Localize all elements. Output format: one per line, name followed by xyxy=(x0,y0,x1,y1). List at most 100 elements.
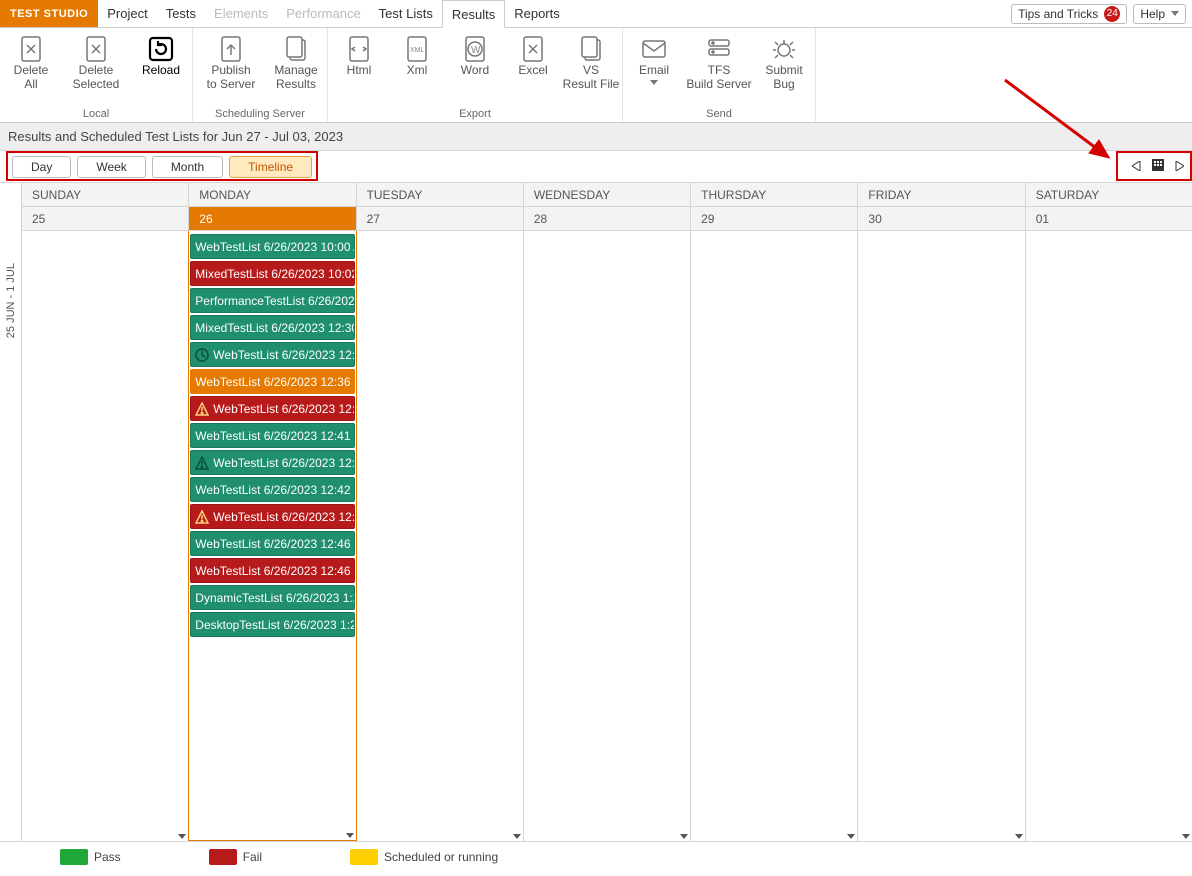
calendar-event[interactable]: WebTestList 6/26/2023 12:33 PM xyxy=(190,342,354,367)
ribbon-btn-excel[interactable]: Excel xyxy=(504,32,562,80)
excel-file-icon xyxy=(504,34,562,64)
calendar-event[interactable]: WebTestList 6/26/2023 12:42 PM xyxy=(190,477,354,502)
view-mode-day[interactable]: Day xyxy=(12,156,71,178)
day-header-friday: FRIDAY xyxy=(857,183,1024,206)
day-num-27[interactable]: 27 xyxy=(356,207,523,231)
ribbon-btn-word[interactable]: WWord xyxy=(446,32,504,80)
calendar-event[interactable]: WebTestList 6/26/2023 12:44 PM xyxy=(190,504,354,529)
ribbon-btn-reload[interactable]: Reload xyxy=(132,32,190,80)
ribbon-btn-manage-results[interactable]: ManageResults xyxy=(267,32,325,94)
day-num-30[interactable]: 30 xyxy=(857,207,1024,231)
warn-icon xyxy=(195,402,209,416)
x-file-icon xyxy=(60,34,132,64)
results-subheader: Results and Scheduled Test Lists for Jun… xyxy=(0,123,1192,151)
help-button[interactable]: Help xyxy=(1133,4,1186,24)
ribbon-btn-submit-bug[interactable]: SubmitBug xyxy=(755,32,813,94)
ribbon-group-scheduling-server: Publishto ServerManageResultsScheduling … xyxy=(193,28,328,122)
day-cell-29[interactable] xyxy=(690,231,857,841)
chevron-down-icon[interactable] xyxy=(513,834,521,839)
menu-tab-elements: Elements xyxy=(205,0,277,27)
nav-prev-button[interactable] xyxy=(1132,160,1142,174)
nav-calendar-button[interactable] xyxy=(1152,159,1164,174)
nav-next-button[interactable] xyxy=(1174,160,1184,174)
chevron-down-icon[interactable] xyxy=(847,834,855,839)
tips-button[interactable]: Tips and Tricks 24 xyxy=(1011,4,1127,24)
ribbon-btn-publish-to-server[interactable]: Publishto Server xyxy=(195,32,267,94)
day-num-28[interactable]: 28 xyxy=(523,207,690,231)
legend-sched-label: Scheduled or running xyxy=(384,850,498,864)
ribbon-btn-delete-all[interactable]: DeleteAll xyxy=(2,32,60,94)
calendar-event[interactable]: WebTestList 6/26/2023 10:00 AM xyxy=(190,234,354,259)
day-num-01[interactable]: 01 xyxy=(1025,207,1192,231)
view-mode-timeline[interactable]: Timeline xyxy=(229,156,312,178)
legend-fail-swatch xyxy=(209,849,237,865)
x-file-icon xyxy=(2,34,60,64)
day-num-26[interactable]: 26 xyxy=(188,207,355,231)
day-header-sunday: SUNDAY xyxy=(22,183,188,206)
chevron-down-icon[interactable] xyxy=(1015,834,1023,839)
menu-tab-results[interactable]: Results xyxy=(442,0,505,28)
calendar-event[interactable]: DesktopTestList 6/26/2023 1:24 PM xyxy=(190,612,354,637)
calendar-event[interactable]: WebTestList 6/26/2023 12:38 PM xyxy=(190,396,354,421)
menu-tab-project[interactable]: Project xyxy=(98,0,156,27)
warn-icon xyxy=(195,456,209,470)
day-num-25[interactable]: 25 xyxy=(22,207,188,231)
day-cell-01[interactable] xyxy=(1025,231,1192,841)
view-mode-month[interactable]: Month xyxy=(152,156,223,178)
stack-file-icon xyxy=(267,34,325,64)
calendar-event[interactable]: WebTestList 6/26/2023 12:42 PM xyxy=(190,450,354,475)
ribbon-btn-delete-selected[interactable]: DeleteSelected xyxy=(60,32,132,94)
day-cell-25[interactable] xyxy=(22,231,188,841)
ribbon-group-send: EmailTFSBuild ServerSubmitBugSend xyxy=(623,28,816,122)
results-subheader-text: Results and Scheduled Test Lists for Jun… xyxy=(8,129,343,144)
server-icon xyxy=(683,34,755,64)
upload-file-icon xyxy=(195,34,267,64)
legend-fail-label: Fail xyxy=(243,850,262,864)
legend: Pass Fail Scheduled or running xyxy=(0,841,1192,871)
day-cell-27[interactable] xyxy=(356,231,523,841)
menu-tab-reports[interactable]: Reports xyxy=(505,0,569,27)
calendar-event[interactable]: MixedTestList 6/26/2023 12:30 PM xyxy=(190,315,354,340)
xml-file-icon: XML xyxy=(388,34,446,64)
ribbon-btn-html[interactable]: Html xyxy=(330,32,388,80)
chevron-down-icon[interactable] xyxy=(680,834,688,839)
calendar-event[interactable]: DynamicTestList 6/26/2023 1:23 PM xyxy=(190,585,354,610)
calendar-event[interactable]: PerformanceTestList 6/26/2023 10:05 AM xyxy=(190,288,354,313)
svg-text:W: W xyxy=(471,45,481,56)
calendar-week-range-label: 25 JUN - 1 JUL xyxy=(0,183,22,841)
ribbon-toolbar: DeleteAllDeleteSelectedReloadLocalPublis… xyxy=(0,28,1192,123)
calendar-event[interactable]: WebTestList 6/26/2023 12:41 PM xyxy=(190,423,354,448)
calendar-event[interactable]: MixedTestList 6/26/2023 10:02 AM xyxy=(190,261,354,286)
menu-tab-tests[interactable]: Tests xyxy=(157,0,205,27)
reload-icon xyxy=(132,34,190,64)
day-cell-26[interactable]: WebTestList 6/26/2023 10:00 AMMixedTestL… xyxy=(188,231,356,841)
ribbon-btn-tfs-build-server[interactable]: TFSBuild Server xyxy=(683,32,755,94)
day-header-monday: MONDAY xyxy=(188,183,355,206)
calendar-event[interactable]: WebTestList 6/26/2023 12:46 PM xyxy=(190,531,354,556)
ribbon-btn-xml[interactable]: XMLXml xyxy=(388,32,446,80)
chevron-down-icon[interactable] xyxy=(1182,834,1190,839)
view-mode-week[interactable]: Week xyxy=(77,156,145,178)
menu-tab-test-lists[interactable]: Test Lists xyxy=(370,0,442,27)
legend-pass-swatch xyxy=(60,849,88,865)
tips-label: Tips and Tricks xyxy=(1018,7,1098,21)
calendar-event[interactable]: WebTestList 6/26/2023 12:36 PM xyxy=(190,369,354,394)
chevron-down-icon[interactable] xyxy=(346,833,354,838)
brand-label: TEST STUDIO xyxy=(0,0,98,27)
ribbon-btn-vs-result-file[interactable]: VSResult File xyxy=(562,32,620,94)
legend-pass-label: Pass xyxy=(94,850,121,864)
day-num-29[interactable]: 29 xyxy=(690,207,857,231)
menu-tab-performance: Performance xyxy=(277,0,369,27)
ribbon-btn-email[interactable]: Email xyxy=(625,32,683,87)
day-cell-28[interactable] xyxy=(523,231,690,841)
word-file-icon: W xyxy=(446,34,504,64)
vs-file-icon xyxy=(562,34,620,64)
svg-text:XML: XML xyxy=(410,47,425,54)
legend-sched-swatch xyxy=(350,849,378,865)
day-header-thursday: THURSDAY xyxy=(690,183,857,206)
chevron-down-icon[interactable] xyxy=(178,834,186,839)
day-header-saturday: SATURDAY xyxy=(1025,183,1192,206)
calendar-event[interactable]: WebTestList 6/26/2023 12:46 PM xyxy=(190,558,354,583)
day-cell-30[interactable] xyxy=(857,231,1024,841)
day-header-tuesday: TUESDAY xyxy=(356,183,523,206)
